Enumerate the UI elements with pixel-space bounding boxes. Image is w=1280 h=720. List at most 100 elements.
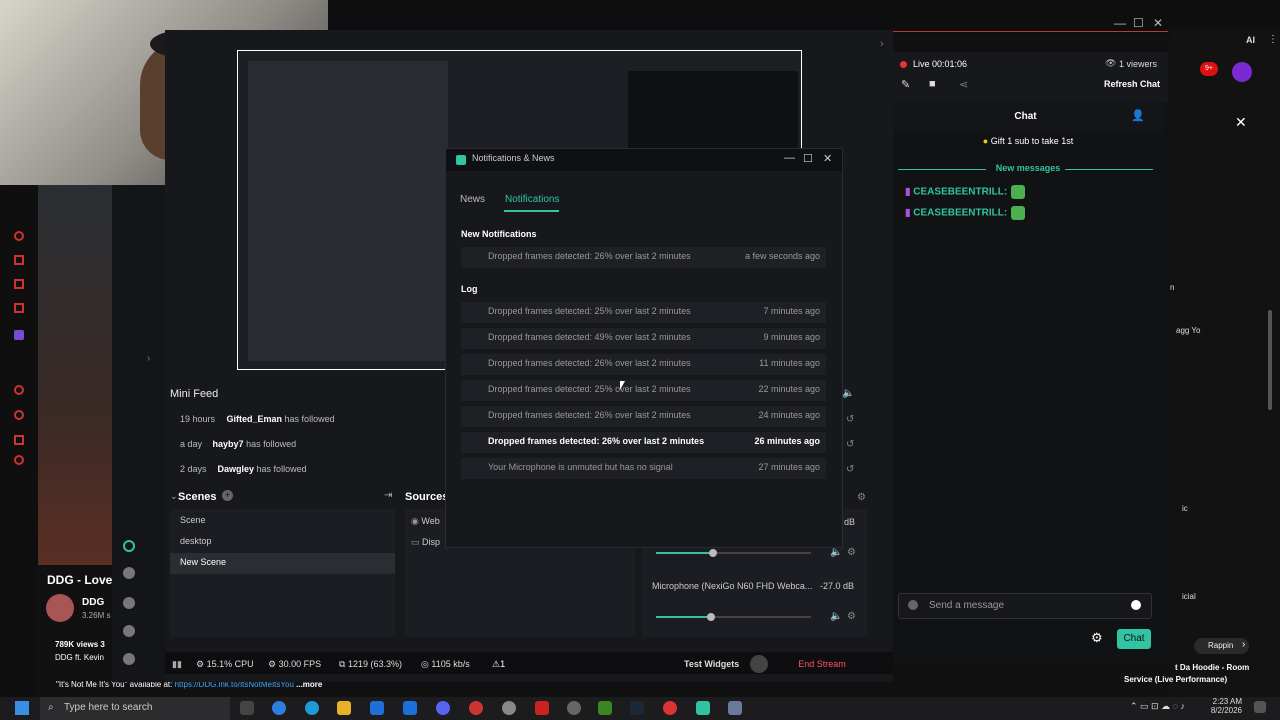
stats-icon[interactable]: ▮▮ [172,659,182,670]
profile-icon[interactable] [123,653,135,665]
scene-item[interactable]: Scene [170,511,395,532]
volume-slider[interactable] [656,549,811,557]
settings-icon[interactable] [123,567,135,579]
log-row[interactable]: Dropped frames detected: 26% over last 2… [461,406,826,427]
related-snippet[interactable]: n [1170,283,1174,292]
chat-message[interactable]: ▮ CEASEBEENTRILL: [905,206,1026,220]
log-row[interactable]: Dropped frames detected: 26% over last 2… [461,354,826,375]
close-icon[interactable]: ✕ [823,152,832,165]
log-row[interactable]: Dropped frames detected: 25% over last 2… [461,380,826,401]
chevron-right-icon[interactable]: › [1242,639,1245,650]
chip-rappin[interactable]: Rappin [1194,638,1249,654]
chevron-down-icon[interactable]: ⌄ [170,491,178,502]
notification-row[interactable]: Dropped frames detected: 26% over last 2… [461,247,826,268]
minecraft-icon[interactable] [598,701,612,715]
store-icon[interactable] [370,701,384,715]
sidebar-icon[interactable] [14,455,24,465]
app-icon[interactable] [535,701,549,715]
studio-mode-icon[interactable] [123,540,135,552]
related-title[interactable]: t Da Hoodie - Room [1175,663,1249,672]
related-snippet[interactable]: icial [1182,592,1196,601]
opera-icon[interactable] [469,701,483,715]
gear-icon[interactable]: ⚙ [847,611,856,622]
end-stream-button[interactable]: End Stream [787,655,857,673]
gift-banner[interactable]: ● Gift 1 sub to take 1st [898,136,1158,154]
refresh-icon[interactable]: ↺ [846,439,854,450]
ai-button[interactable]: AI [1246,35,1255,45]
related-snippet[interactable]: agg Yo [1176,326,1200,335]
related-snippet[interactable]: ic [1182,504,1188,513]
app-icon[interactable] [663,701,677,715]
notification-center-icon[interactable] [1254,701,1266,713]
refresh-chat-button[interactable]: Refresh Chat [1104,79,1160,89]
sidebar-icon[interactable] [14,410,24,420]
streamlabs-icon[interactable] [696,701,710,715]
volume-icon[interactable]: 🔈 [830,547,842,558]
app-icon[interactable] [728,701,742,715]
close-icon[interactable]: ✕ [1235,114,1247,131]
alert-stat[interactable]: ⚠1 [492,659,505,670]
related-title-2[interactable]: Service (Live Performance) [1124,675,1227,684]
tab-notifications[interactable]: Notifications [505,194,559,205]
windows-start-icon[interactable] [15,701,29,715]
file-explorer-icon[interactable] [337,701,351,715]
help-icon[interactable] [123,597,135,609]
log-row[interactable]: Dropped frames detected: 49% over last 2… [461,328,826,349]
channel-avatar[interactable] [46,594,74,622]
sidebar-icon[interactable] [14,303,24,313]
user-settings-icon[interactable]: 👤 [1131,109,1145,122]
close-icon[interactable]: ✕ [1153,16,1163,30]
mic-handle[interactable] [707,613,715,621]
maximize-icon[interactable]: ☐ [1133,16,1144,30]
volume-handle[interactable] [709,549,717,557]
settings-icon[interactable] [502,701,516,715]
sidebar-icon[interactable] [14,231,24,241]
gear-icon[interactable]: ⚙ [857,492,866,503]
camera-icon[interactable]: ■ [929,78,936,90]
gear-icon[interactable]: ⚙ [847,547,856,558]
chat-send-button[interactable]: Chat [1117,629,1151,649]
chat-username[interactable]: CEASEBEENTRILL: [913,187,1007,198]
tab-news[interactable]: News [460,194,485,205]
scene-transition-icon[interactable]: ⇥ [384,490,392,501]
volume-icon[interactable]: 🔈 [842,388,854,399]
share-icon[interactable]: ⋖ [959,78,968,91]
chat-username[interactable]: CEASEBEENTRILL: [913,208,1007,219]
maximize-icon[interactable]: ☐ [803,152,813,165]
channel-name[interactable]: DDG [82,597,104,608]
twitch-icon[interactable] [14,330,24,340]
task-view-icon[interactable] [240,701,254,715]
clock[interactable]: 2:23 AM 8/2/2026 [1200,697,1242,715]
test-widgets-toggle[interactable] [750,655,768,673]
edit-icon[interactable]: ✎ [901,78,910,91]
source-item[interactable]: ◉ Web [411,516,440,527]
test-widgets-label[interactable]: Test Widgets [684,659,739,669]
minimize-icon[interactable]: — [1114,16,1126,30]
refresh-icon[interactable]: ↺ [846,464,854,475]
log-row[interactable]: Dropped frames detected: 25% over last 2… [461,302,826,323]
steam-icon[interactable] [630,701,644,715]
scrollbar[interactable] [1268,310,1272,410]
settings-icon[interactable] [123,625,135,637]
edge-icon[interactable] [305,701,319,715]
profile-avatar[interactable] [1232,62,1252,82]
chat-message[interactable]: ▮ CEASEBEENTRILL: [905,185,1026,199]
volume-icon[interactable]: 🔈 [830,611,842,622]
menu-icon[interactable]: ⋮ [1268,34,1278,45]
mic-slider[interactable] [656,613,811,621]
taskbar-search[interactable]: Type here to search [40,697,230,720]
sidebar-icon[interactable] [14,255,24,265]
xbox-icon[interactable] [567,701,581,715]
notification-badge[interactable]: 9+ [1200,62,1218,76]
chrome-icon[interactable] [272,701,286,715]
discord-icon[interactable] [436,701,450,715]
log-row[interactable]: Your Microphone is unmuted but has no si… [461,458,826,479]
sidebar-icon[interactable] [14,435,24,445]
sidebar-icon[interactable] [14,279,24,289]
source-item[interactable]: ▭ Disp [411,537,440,548]
gear-icon[interactable]: ⚙ [1091,630,1103,646]
add-scene-icon[interactable]: + [222,490,233,501]
minimize-icon[interactable]: — [784,152,795,164]
mail-icon[interactable] [403,701,417,715]
chat-input[interactable]: Send a message [898,593,1152,619]
